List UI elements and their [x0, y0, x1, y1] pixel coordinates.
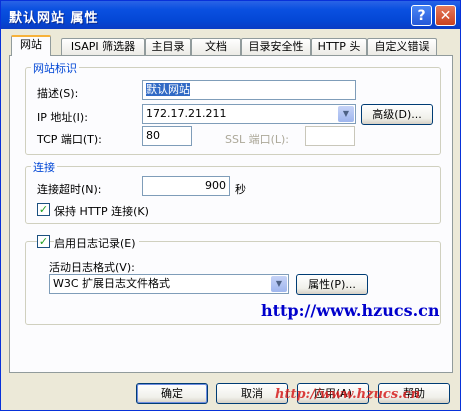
ip-address-select[interactable]: 172.17.21.211 ▼ — [142, 104, 356, 124]
tcp-port-label: TCP 端口(T): — [37, 133, 102, 146]
enable-logging-label: 启用日志记录(E) — [54, 235, 139, 251]
advanced-button[interactable]: 高级(D)... — [361, 104, 433, 125]
ip-address-label: IP 地址(I): — [37, 111, 88, 124]
keepalive-label: 保持 HTTP 连接(K) — [54, 205, 149, 218]
timeout-input[interactable]: 900 — [142, 176, 230, 196]
timeout-unit: 秒 — [235, 183, 246, 196]
timeout-label: 连接超时(N): — [37, 183, 102, 196]
tab-isapi-filters[interactable]: ISAPI 筛选器 — [61, 38, 145, 55]
title-bar[interactable]: 默认网站 属性 ? ✕ — [1, 1, 460, 29]
ok-button[interactable]: 确定 — [136, 383, 208, 404]
description-label: 描述(S): — [37, 87, 79, 100]
help-icon[interactable]: ? — [411, 5, 432, 26]
description-value: 默认网站 — [146, 83, 190, 96]
chevron-down-icon[interactable]: ▼ — [338, 106, 354, 122]
chevron-down-icon[interactable]: ▼ — [271, 276, 287, 292]
close-icon[interactable]: ✕ — [435, 5, 456, 26]
connection-group-label: 连接 — [31, 159, 57, 175]
tab-website[interactable]: 网站 — [11, 35, 51, 56]
properties-dialog: 默认网站 属性 ? ✕ 网站 ISAPI 筛选器 主目录 文档 目录安全性 HT… — [0, 0, 461, 411]
tab-documents[interactable]: 文档 — [191, 38, 241, 55]
log-format-label: 活动日志格式(V): — [49, 261, 135, 274]
tcp-port-input[interactable]: 80 — [142, 126, 192, 146]
tab-directory-security[interactable]: 目录安全性 — [241, 38, 311, 55]
log-format-select[interactable]: W3C 扩展日志文件格式 ▼ — [49, 274, 289, 294]
ip-address-value: 172.17.21.211 — [146, 107, 227, 120]
keepalive-checkbox[interactable]: ✓ — [37, 203, 50, 216]
site-identity-group-label: 网站标识 — [31, 60, 79, 76]
watermark-overlay: http://www.hzucs.cn — [275, 387, 421, 402]
description-input[interactable]: 默认网站 — [142, 80, 356, 100]
window-title: 默认网站 属性 — [9, 11, 99, 26]
ssl-port-label: SSL 端口(L): — [225, 133, 290, 146]
tab-home-directory[interactable]: 主目录 — [145, 38, 191, 55]
log-format-value: W3C 扩展日志文件格式 — [53, 277, 171, 290]
ssl-port-input[interactable] — [305, 126, 355, 146]
log-properties-button[interactable]: 属性(P)... — [296, 274, 368, 295]
watermark-url: http://www.hzucs.cn — [261, 301, 440, 320]
tab-custom-errors[interactable]: 自定义错误 — [367, 38, 437, 55]
tab-http-headers[interactable]: HTTP 头 — [311, 38, 367, 55]
enable-logging-checkbox[interactable]: ✓ — [37, 235, 50, 248]
